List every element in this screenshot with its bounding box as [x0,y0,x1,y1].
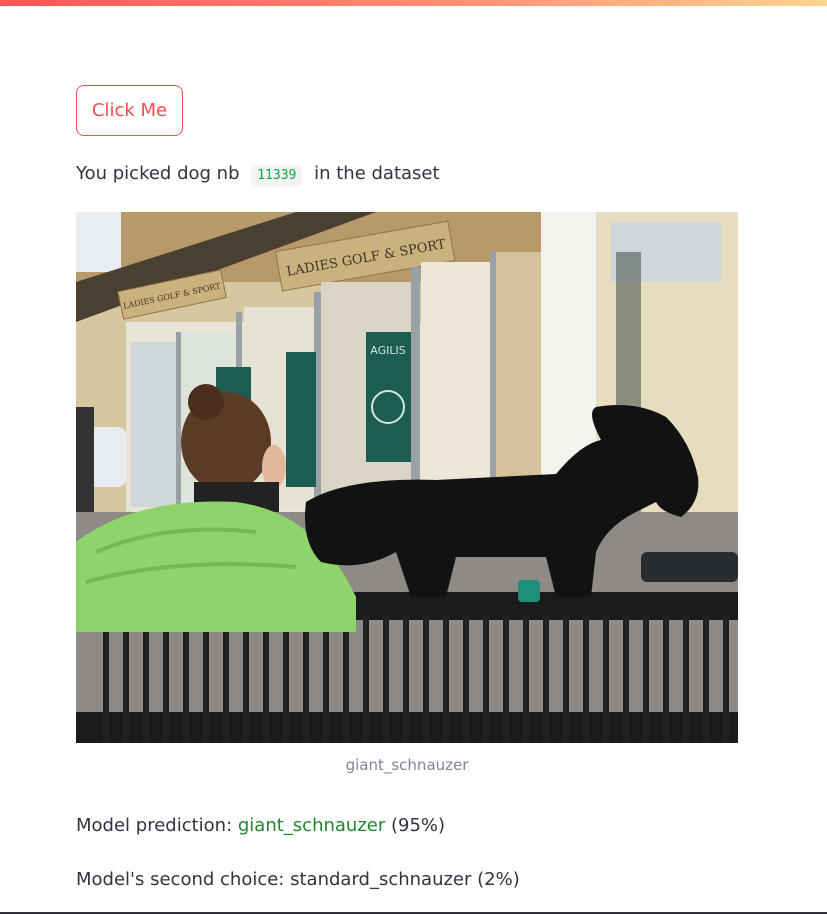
second-choice-label: Model's second choice: [76,869,285,890]
picked-prefix: You picked dog nb [76,163,240,184]
second-choice-class: standard_schnauzer [290,869,472,890]
app-header-decoration [0,0,827,9]
picked-suffix: in the dataset [314,163,440,184]
image-caption: giant_schnauzer [345,756,469,774]
bottom-divider [0,912,827,914]
prediction-label: Model prediction: [76,815,233,836]
prediction-confidence: (95%) [390,815,446,836]
second-choice-confidence: (2%) [477,869,520,890]
dog-photo: LADIES GOLF & SPORT LADIES GOLF & SPORT [76,212,738,743]
model-second-choice: Model's second choice: standard_schnauze… [76,866,520,894]
model-prediction: Model prediction: giant_schnauzer (95%) [76,812,445,840]
click-me-button[interactable]: Click Me [76,85,183,136]
picked-dog-text: You picked dog nb 11339 in the dataset [76,160,440,190]
prediction-class: giant_schnauzer [237,815,386,836]
poster-text: AGILIS [370,344,405,357]
dog-number-code: 11339 [251,165,303,186]
